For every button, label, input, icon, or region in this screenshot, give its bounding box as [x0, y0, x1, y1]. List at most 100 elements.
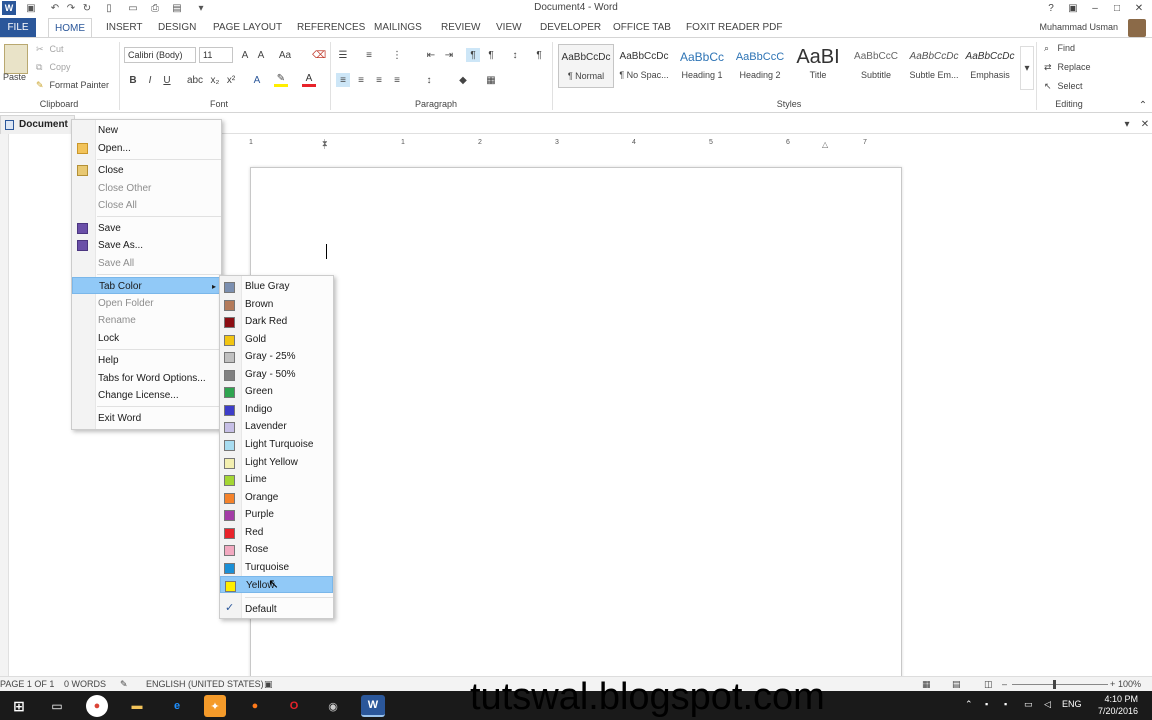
close-tab-icon[interactable]: ✕ [1138, 117, 1152, 131]
tab-office-tab[interactable]: OFFICE TAB [607, 18, 677, 37]
tab-design[interactable]: DESIGN [152, 18, 202, 37]
style-subtitle[interactable]: AaBbCcC Subtitle [848, 44, 904, 88]
numbering-icon[interactable]: ≡ [362, 48, 376, 62]
tab-color-gold[interactable]: Gold [220, 331, 333, 348]
tab-color-light-turquoise[interactable]: Light Turquoise [220, 436, 333, 453]
format-painter-button[interactable]: Format Painter [50, 80, 110, 90]
menu-item-tab-color[interactable]: Tab Color ▸ [72, 277, 221, 294]
app-icon[interactable]: ✦ [204, 695, 226, 717]
align-left-icon[interactable]: ≡ [336, 73, 350, 87]
text-effects-icon[interactable]: A [250, 73, 264, 87]
grow-font-icon[interactable]: A [238, 48, 252, 62]
style-emphasis[interactable]: AaBbCcDc Emphasis [962, 44, 1018, 88]
menu-item-new[interactable]: New [72, 122, 221, 139]
tab-color-gray-25[interactable]: Gray - 25% [220, 348, 333, 365]
strikethrough-icon[interactable]: abc [187, 73, 203, 87]
maximize-button[interactable]: □ [1106, 0, 1128, 16]
tray-app-icon[interactable]: ▪ [985, 699, 988, 709]
menu-item-rename[interactable]: Rename [72, 312, 221, 329]
align-center-icon[interactable]: ≡ [354, 73, 368, 87]
style-title[interactable]: AaBI Title [790, 44, 846, 88]
decrease-indent-icon[interactable]: ⇤ [424, 48, 438, 62]
align-right-icon[interactable]: ≡ [372, 73, 386, 87]
menu-item-exit-word[interactable]: Exit Word [72, 410, 221, 427]
shading-icon[interactable]: ◆ [456, 73, 470, 87]
browser-icon[interactable]: ◉ [322, 695, 344, 717]
cut-button[interactable]: Cut [50, 44, 64, 54]
line-spacing-icon[interactable]: ↕ [422, 73, 436, 87]
font-size-box[interactable]: 11 [199, 47, 233, 63]
underline-icon[interactable]: U [160, 73, 174, 87]
menu-item-open-folder[interactable]: Open Folder [72, 295, 221, 312]
select-button[interactable]: Select [1058, 81, 1083, 91]
language-bar[interactable]: ENG [1062, 699, 1082, 709]
task-view-icon[interactable]: ▭ [46, 695, 68, 717]
zoom-slider-thumb[interactable] [1053, 680, 1056, 689]
increase-indent-icon[interactable]: ⇥ [442, 48, 456, 62]
internet-explorer-icon[interactable]: e [166, 695, 188, 717]
system-clock[interactable]: 4:10 PM 7/20/2016 [1098, 693, 1138, 717]
tab-insert[interactable]: INSERT [100, 18, 149, 37]
style-heading-1[interactable]: AaBbCc Heading 1 [674, 44, 730, 88]
close-window-button[interactable]: ✕ [1128, 0, 1150, 16]
menu-item-close-all[interactable]: Close All [72, 197, 221, 214]
zoom-slider[interactable] [1012, 684, 1108, 685]
horizontal-ruler[interactable]: 1 1 2 3 4 5 6 7 ⧗ △ [249, 139, 902, 149]
menu-item-options[interactable]: Tabs for Word Options... [72, 370, 221, 387]
tab-color-green[interactable]: Green [220, 383, 333, 400]
web-layout-icon[interactable]: ◫ [984, 679, 993, 690]
tab-color-lime[interactable]: Lime [220, 471, 333, 488]
tab-color-orange[interactable]: Orange [220, 489, 333, 506]
style-heading-2[interactable]: AaBbCcC Heading 2 [732, 44, 788, 88]
right-indent-marker-icon[interactable]: △ [822, 140, 828, 149]
help-icon[interactable]: ? [1040, 0, 1062, 16]
bullets-icon[interactable]: ☰ [336, 48, 350, 62]
multilevel-list-icon[interactable]: ⋮ [390, 48, 404, 62]
menu-item-lock[interactable]: Lock [72, 330, 221, 347]
tab-color-brown[interactable]: Brown [220, 296, 333, 313]
clear-formatting-icon[interactable]: ⌫ [312, 48, 326, 62]
menu-item-open[interactable]: Open... [72, 140, 221, 157]
document-tab[interactable]: Document [0, 115, 75, 134]
macro-icon[interactable]: ▣ [264, 679, 273, 690]
tab-color-indigo[interactable]: Indigo [220, 401, 333, 418]
superscript-icon[interactable]: x² [224, 73, 238, 87]
print-layout-icon[interactable]: ▤ [952, 679, 961, 690]
find-button[interactable]: Find [1058, 43, 1076, 53]
word-taskbar-icon[interactable]: W [361, 695, 385, 717]
menu-item-close[interactable]: Close [72, 162, 221, 179]
tab-color-red[interactable]: Red [220, 524, 333, 541]
shrink-font-icon[interactable]: A [254, 48, 268, 62]
user-name[interactable]: Muhammad Usman [1039, 22, 1118, 32]
menu-item-save-as[interactable]: Save As... [72, 237, 221, 254]
collapse-ribbon-icon[interactable]: ⌃ [1136, 98, 1150, 112]
tab-view[interactable]: VIEW [490, 18, 528, 37]
zoom-out-icon[interactable]: – [1002, 679, 1007, 689]
tab-home[interactable]: HOME [48, 18, 92, 37]
file-explorer-icon[interactable]: ▬ [126, 695, 148, 717]
menu-item-save[interactable]: Save [72, 220, 221, 237]
tray-expand-icon[interactable]: ⌃ [965, 699, 973, 710]
change-case-icon[interactable]: Aa [278, 48, 292, 62]
tray-app-icon[interactable]: ▪ [1004, 699, 1007, 709]
proofing-icon[interactable]: ✎ [120, 679, 128, 690]
minimize-button[interactable]: – [1084, 0, 1106, 16]
tab-foxit-reader-pdf[interactable]: FOXIT READER PDF [680, 18, 789, 37]
tab-file[interactable]: FILE [0, 18, 36, 37]
volume-icon[interactable]: ◁ [1044, 699, 1051, 710]
bold-icon[interactable]: B [126, 73, 140, 87]
style-subtle-emphasis[interactable]: AaBbCcDc Subtle Em... [906, 44, 962, 88]
menu-item-close-other[interactable]: Close Other [72, 180, 221, 197]
menu-item-change-license[interactable]: Change License... [72, 387, 221, 404]
tab-color-lavender[interactable]: Lavender [220, 418, 333, 435]
tab-color-rose[interactable]: Rose [220, 541, 333, 558]
document-page[interactable] [250, 167, 902, 687]
tab-color-blue-gray[interactable]: Blue Gray [220, 278, 333, 295]
rtl-icon[interactable]: ¶ [484, 48, 498, 62]
zoom-in-icon[interactable]: + [1110, 679, 1115, 689]
tab-color-turquoise[interactable]: Turquoise [220, 559, 333, 576]
show-marks-icon[interactable]: ¶ [532, 48, 546, 62]
network-icon[interactable]: ▭ [1024, 699, 1033, 710]
tab-developer[interactable]: DEVELOPER [534, 18, 607, 37]
page-count[interactable]: PAGE 1 OF 1 [0, 679, 54, 689]
